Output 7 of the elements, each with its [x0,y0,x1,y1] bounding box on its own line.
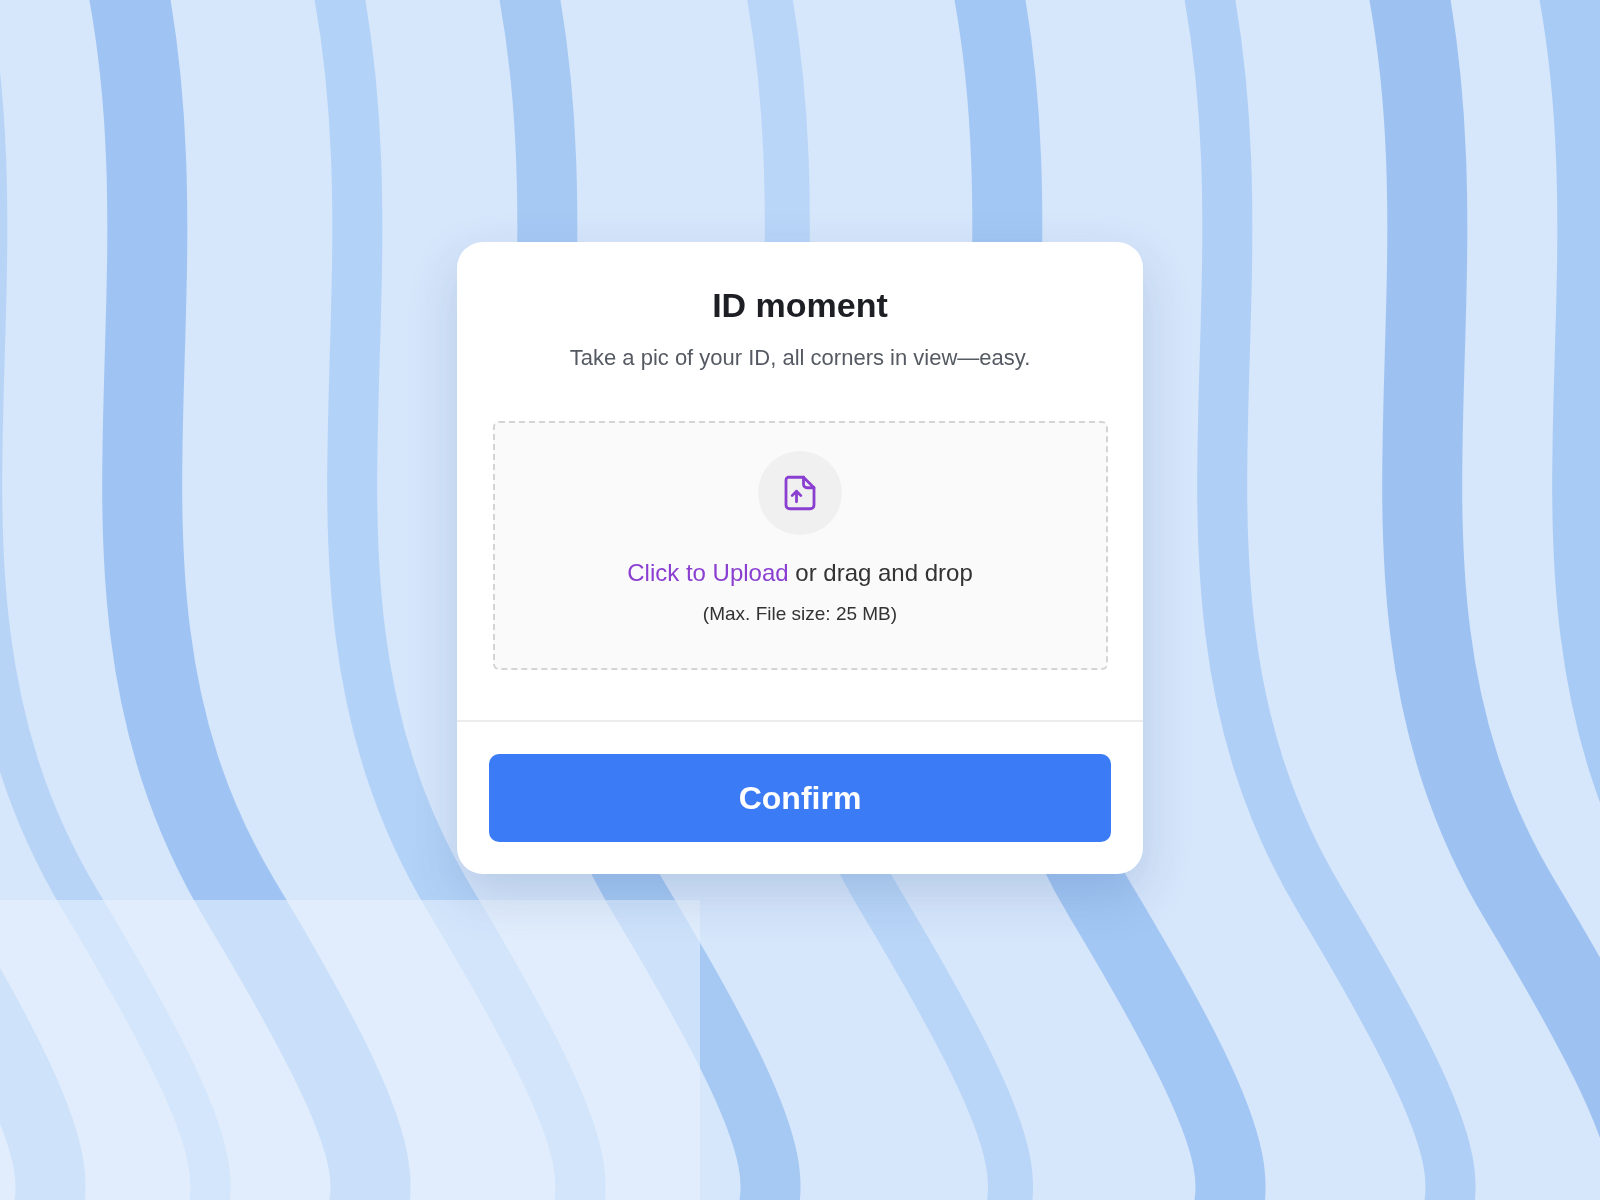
file-size-note: (Max. File size: 25 MB) [702,603,898,625]
upload-instruction: Click to Upload or drag and drop [627,559,973,587]
dialog-subtitle: Take a pic of your ID, all corners in view—easy. [569,345,1031,371]
upload-link[interactable]: Click to Upload [627,559,789,586]
upload-dropzone[interactable]: Click to Upload or drag and drop (Max. File size: 25 MB) [492,421,1108,670]
confirm-button[interactable]: Confirm [489,754,1111,842]
dialog-title: ID moment [712,286,888,325]
